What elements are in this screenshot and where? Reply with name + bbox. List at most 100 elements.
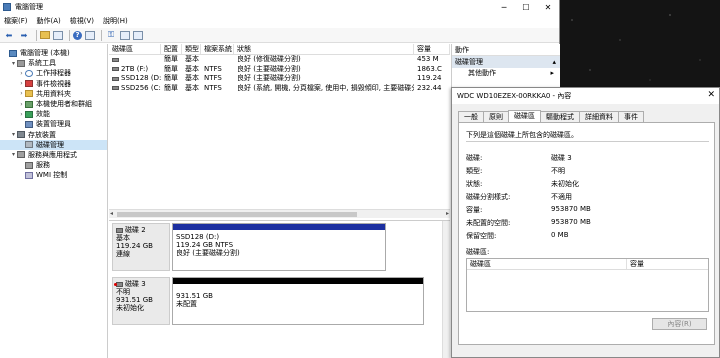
column-header-capacity[interactable]: 容量 (627, 259, 707, 269)
tree-item-label: 本機使用者和群組 (36, 100, 92, 109)
tree-item[interactable]: 裝置管理員 (0, 119, 107, 129)
expand-arrow-icon[interactable]: › (18, 101, 25, 108)
column-header-capacity[interactable]: 容量 (414, 44, 450, 54)
disk-2-row[interactable]: 磁碟 2 基本 119.24 GB 連線 SSD128 (D:) 119.24 … (112, 223, 422, 271)
disk-management-pane: 磁碟區 配置 類型 檔案系統 狀態 容量 簡單 基本 良好 (修復磁碟分割) 453 … (109, 44, 450, 358)
property-row: 磁碟: 磁碟 3 (466, 153, 572, 163)
dialog-close-icon[interactable]: ✕ (707, 90, 715, 100)
graphical-disk-view: 磁碟 2 基本 119.24 GB 連線 SSD128 (D:) 119.24 … (109, 220, 450, 358)
menu-view[interactable]: 檢視(V) (70, 16, 94, 26)
maximize-icon[interactable]: ☐ (515, 0, 537, 14)
tree-item[interactable]: › 本機使用者和群組 (0, 99, 107, 109)
close-icon[interactable]: ✕ (537, 0, 559, 14)
property-row: 類型: 不明 (466, 166, 565, 176)
volume-filesystem: NTFS (204, 83, 222, 92)
tab-events[interactable]: 事件 (618, 111, 644, 122)
disk-list-icon[interactable] (133, 30, 143, 40)
property-row: 狀態: 未初始化 (466, 179, 579, 189)
volume-status: 良好 (主要磁碟分割) (237, 74, 301, 82)
uninitialized-disk-icon (114, 281, 123, 287)
scroll-left-icon[interactable]: ◂ (110, 210, 113, 217)
expand-arrow-icon[interactable]: › (18, 90, 25, 97)
column-header-status[interactable]: 狀態 (234, 44, 414, 54)
column-header-volume[interactable]: 磁碟區 (467, 259, 627, 269)
column-header-filesystem[interactable]: 檔案系統 (201, 44, 234, 54)
tree-item-label: 事件檢視器 (36, 79, 71, 88)
property-row: 保留空間: 0 MB (466, 231, 569, 241)
forward-arrow-icon[interactable]: ➡ (18, 30, 30, 41)
volume-list: 簡單 基本 良好 (修復磁碟分割) 453 M 2TB (F:) 簡單 基本 NTFS 良好 (… (109, 55, 450, 93)
tree-item[interactable]: 服務 (0, 160, 107, 170)
expand-arrow-icon[interactable]: ▾ (10, 131, 17, 138)
tree-item[interactable]: 磁碟管理 (0, 139, 107, 150)
volume-row[interactable]: 2TB (F:) 簡單 基本 NTFS 良好 (主要磁碟分割) 1863.C (109, 65, 450, 75)
disk-properties-dialog: WDC WD10EZEX-00RKKA0 - 內容 ✕ 一般 原則 磁碟區 驅動… (451, 87, 720, 358)
volume-name (109, 55, 161, 65)
scroll-right-icon[interactable]: ▸ (446, 210, 449, 217)
volume-row[interactable]: SSD128 (D:) 簡單 基本 NTFS 良好 (主要磁碟分割) 119.24 (109, 74, 450, 84)
menu-action[interactable]: 動作(A) (37, 16, 61, 26)
actions-section-disk-management[interactable]: 磁碟管理 ▴ (452, 56, 560, 68)
expand-arrow-icon[interactable]: › (18, 80, 25, 87)
menu-help[interactable]: 說明(H) (103, 16, 128, 26)
volume-row[interactable]: 簡單 基本 良好 (修復磁碟分割) 453 M (109, 55, 450, 65)
volume-icon (112, 76, 119, 81)
volume-row[interactable]: SSD256 (C:) 簡單 基本 NTFS 良好 (系統, 開機, 分頁檔案, 使用中… (109, 84, 450, 94)
volume-type: 基本 (185, 55, 199, 63)
tree-item[interactable]: WMI 控制 (0, 170, 107, 180)
tab-volumes[interactable]: 磁碟區 (508, 110, 541, 122)
tab-general[interactable]: 一般 (458, 111, 484, 122)
vertical-scrollbar[interactable] (442, 221, 450, 358)
properties-icon[interactable] (85, 30, 95, 40)
title-bar: 電腦管理 (0, 0, 559, 14)
column-header-layout[interactable]: 配置 (161, 44, 182, 54)
disk-type: 不明 (116, 288, 130, 296)
expand-arrow-icon[interactable]: › (18, 70, 25, 77)
disk-3-info[interactable]: 磁碟 3 不明 931.51 GB 未初始化 (112, 277, 170, 325)
tree-item[interactable]: › 效能 (0, 109, 107, 119)
property-label: 未配置的空間: (466, 219, 511, 227)
window-title: 電腦管理 (15, 3, 43, 11)
partition-status: 良好 (主要磁碟分割) (176, 249, 240, 257)
volume-capacity: 453 M (417, 55, 439, 63)
menu-file[interactable]: 檔案(F) (4, 16, 28, 26)
column-header-volume[interactable]: 磁碟區 (109, 44, 161, 54)
property-value: 磁碟 3 (551, 154, 572, 162)
tree-item[interactable]: ▾ 系統工具 (0, 58, 107, 68)
tree-item[interactable]: 電腦管理 (本機) (0, 48, 107, 58)
show-hide-tree-icon[interactable] (53, 30, 63, 40)
expand-arrow-icon[interactable]: › (18, 111, 25, 118)
disk-size: 931.51 GB (116, 296, 153, 304)
tree-item[interactable]: › 共用資料夾 (0, 89, 107, 99)
up-folder-icon[interactable] (40, 31, 50, 39)
tab-policies[interactable]: 原則 (483, 111, 509, 122)
column-header-type[interactable]: 類型 (182, 44, 201, 54)
tree-item[interactable]: ▾ 服務與應用程式 (0, 150, 107, 160)
tree-item[interactable]: ▾ 存放裝置 (0, 130, 107, 140)
tab-details[interactable]: 詳細資料 (579, 111, 619, 122)
key-icon[interactable]: ⚿ (105, 30, 117, 41)
dev-icon (25, 120, 33, 128)
expand-arrow-icon[interactable]: ▾ (10, 60, 17, 67)
tab-driver[interactable]: 驅動程式 (540, 111, 580, 122)
scrollbar-thumb[interactable] (117, 212, 357, 217)
dialog-tabs: 一般 原則 磁碟區 驅動程式 詳細資料 事件 (458, 110, 644, 122)
help-icon[interactable]: ? (73, 30, 82, 40)
partition-ssd128[interactable]: SSD128 (D:) 119.24 GB NTFS 良好 (主要磁碟分割) (172, 223, 386, 271)
horizontal-scrollbar[interactable]: ◂ ▸ (109, 209, 450, 218)
unallocated-space[interactable]: 931.51 GB 未配置 (172, 277, 424, 325)
back-arrow-icon[interactable]: ⬅ (3, 30, 15, 41)
minimize-icon[interactable]: ─ (493, 0, 515, 14)
expand-arrow-icon[interactable]: ▾ (10, 151, 17, 158)
divider (466, 141, 709, 142)
disk-3-row[interactable]: 磁碟 3 不明 931.51 GB 未初始化 931.51 GB 未配置 (112, 277, 424, 325)
partition-status: 未配置 (176, 300, 197, 308)
tool-icon (17, 59, 25, 67)
tree-item[interactable]: › 事件檢視器 (0, 79, 107, 89)
properties-button[interactable]: 內容(R) (652, 318, 707, 330)
more-actions-item[interactable]: 其他動作 ▸ (452, 68, 560, 79)
tree-item[interactable]: › 工作排程器 (0, 68, 107, 78)
volume-type: 基本 (185, 74, 199, 82)
disk-2-info[interactable]: 磁碟 2 基本 119.24 GB 連線 (112, 223, 170, 271)
rescan-disks-icon[interactable] (120, 30, 130, 40)
